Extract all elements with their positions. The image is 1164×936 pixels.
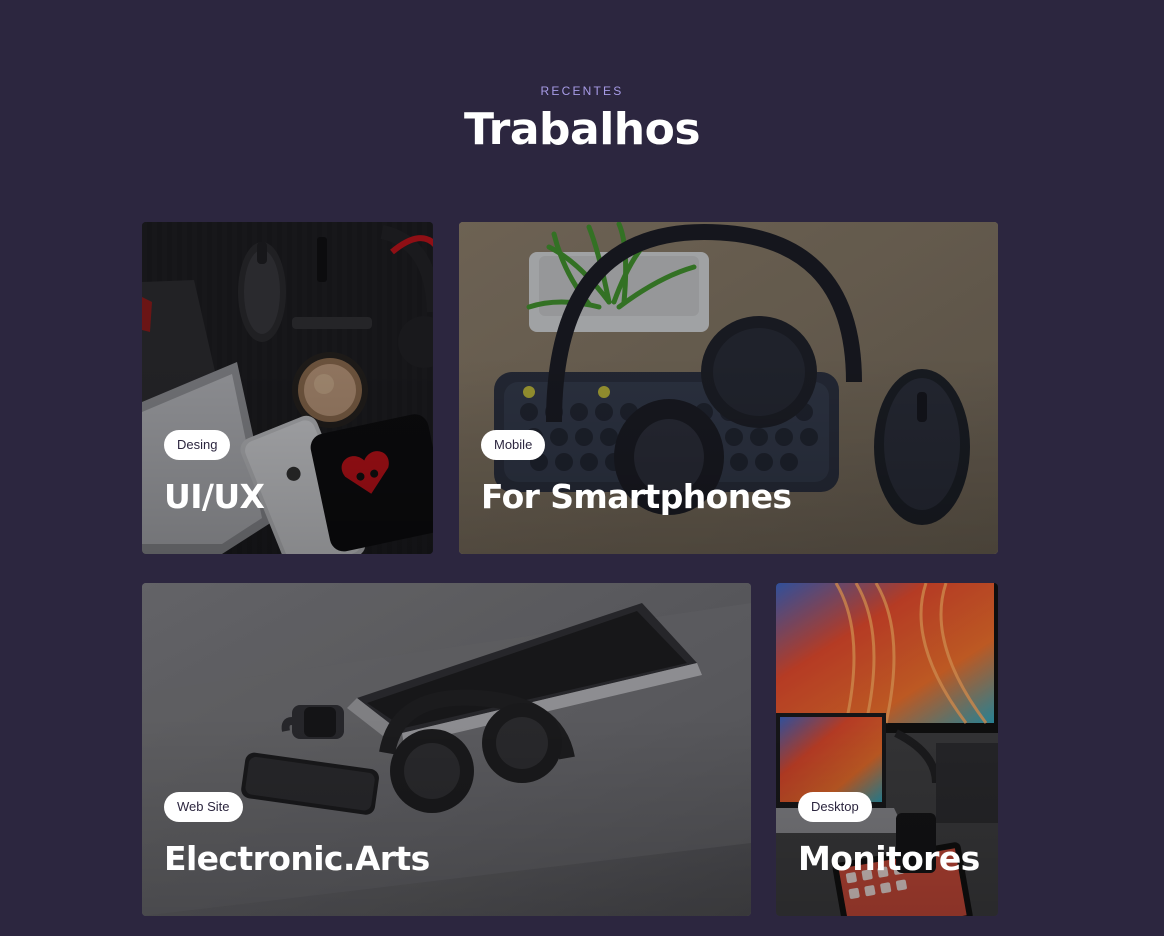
section-heading: Trabalhos	[463, 104, 701, 155]
category-badge: Desing	[164, 430, 231, 460]
card-title: For Smartphones	[481, 477, 792, 516]
works-section: RECENTES Trabalhos Desing UI/UX Mobile F…	[0, 0, 1164, 936]
category-badge: Web Site	[164, 792, 243, 822]
work-card-monitores[interactable]: Desktop Monitores	[776, 583, 998, 916]
category-badge: Desktop	[798, 792, 872, 822]
card-title: UI/UX	[164, 477, 265, 516]
work-card-electronic-arts[interactable]: Web Site Electronic.Arts	[142, 583, 751, 916]
work-card-ui-ux[interactable]: Desing UI/UX	[142, 222, 433, 554]
category-badge: Mobile	[481, 430, 546, 460]
card-title: Monitores	[798, 839, 980, 878]
card-title: Electronic.Arts	[164, 839, 430, 878]
work-card-smartphones[interactable]: Mobile For Smartphones	[459, 222, 998, 554]
section-eyebrow: RECENTES	[540, 84, 624, 98]
